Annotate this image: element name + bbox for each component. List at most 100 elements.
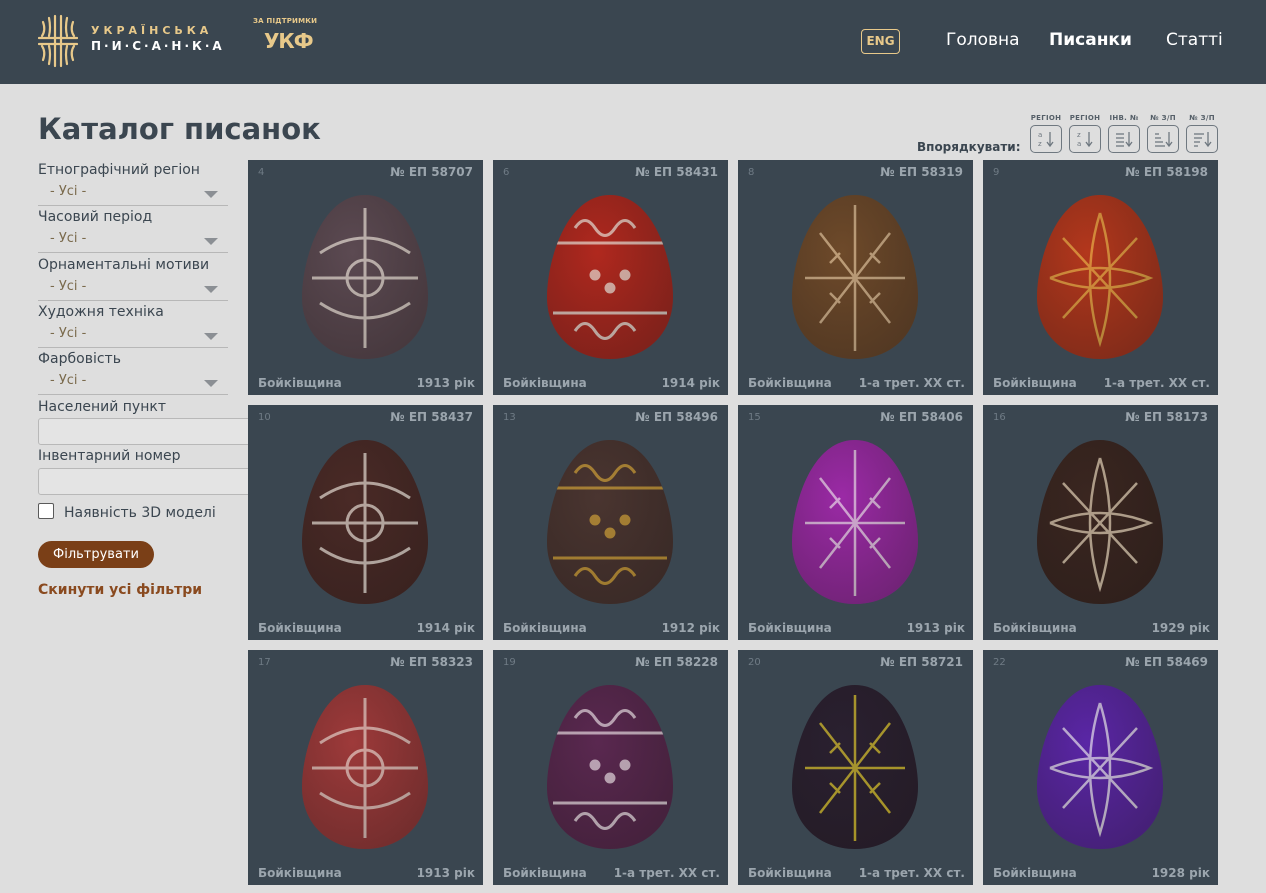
chevron-down-icon: [204, 333, 218, 340]
sort-button[interactable]: z a: [1069, 125, 1101, 153]
nav-home[interactable]: Головна: [946, 30, 1020, 50]
card-year: 1928 рік: [1151, 866, 1210, 880]
filter-motifs-value: - Усі -: [50, 279, 87, 294]
pysanka-card[interactable]: 4 № ЕП 58707 Бойківщина 1913 рік: [248, 160, 483, 395]
reset-filters-link[interactable]: Скинути усі фільтри: [38, 582, 202, 598]
card-year: 1-а трет. XX ст.: [858, 866, 965, 880]
model3d-checkbox[interactable]: [38, 503, 54, 519]
card-inventory-number: № ЕП 58173: [1125, 410, 1208, 424]
filter-colors-label: Фарбовість: [38, 351, 121, 367]
nav-articles[interactable]: Статті: [1166, 30, 1223, 50]
pysanka-image-icon: [1037, 440, 1163, 604]
sort-alpha-desc-icon: z a: [1077, 131, 1093, 148]
filter-region-select[interactable]: - Усі -: [38, 180, 228, 206]
pysanka-card[interactable]: 8 № ЕП 58319 Бойківщина 1-а трет. XX ст.: [738, 160, 973, 395]
card-year: 1913 рік: [416, 866, 475, 880]
sort-caption: ІНВ. №: [1109, 114, 1139, 122]
pysanka-image-icon: [302, 440, 428, 604]
pysanka-card[interactable]: 15 № ЕП 58406 Бойківщина 1913 рік: [738, 405, 973, 640]
card-year: 1913 рік: [416, 376, 475, 390]
card-index: 9: [993, 167, 1000, 178]
pysanka-card[interactable]: 22 № ЕП 58469 Бойківщина 1928 рік: [983, 650, 1218, 885]
page-title: Каталог писанок: [38, 112, 321, 146]
card-index: 15: [748, 412, 761, 423]
support-label: ЗА ПІДТРИМКИ: [253, 17, 318, 25]
logo-icon[interactable]: [38, 14, 78, 68]
settlement-input[interactable]: [38, 418, 254, 445]
card-index: 13: [503, 412, 516, 423]
sort-caption: РЕГІОН: [1069, 114, 1101, 122]
pysanka-image-icon: [547, 685, 673, 849]
filter-colors-select[interactable]: - Усі -: [38, 369, 228, 395]
filter-period-value: - Усі -: [50, 231, 87, 246]
sort-number-asc-icon: [1155, 132, 1173, 148]
inventory-input[interactable]: [38, 468, 254, 495]
svg-text:a: a: [1077, 140, 1081, 148]
sort-button[interactable]: [1186, 125, 1218, 153]
card-region: Бойківщина: [993, 376, 1077, 390]
card-year: 1914 рік: [416, 621, 475, 635]
sort-caption: № З/П: [1150, 114, 1176, 122]
card-region: Бойківщина: [258, 376, 342, 390]
sort-inventory[interactable]: ІНВ. №: [1108, 114, 1140, 153]
sort-alpha-asc-icon: a z: [1038, 131, 1054, 148]
pysanka-card[interactable]: 19 № ЕП 58228 Бойківщина 1-а трет. XX ст.: [493, 650, 728, 885]
pysanka-image-icon: [792, 685, 918, 849]
filter-inventory-label: Інвентарний номер: [38, 448, 181, 464]
sort-number-desc-icon: [1194, 132, 1212, 148]
card-year: 1-а трет. XX ст.: [613, 866, 720, 880]
language-button[interactable]: ENG: [861, 29, 900, 54]
pysanka-card[interactable]: 6 № ЕП 58431 Бойківщина 1914 рік: [493, 160, 728, 395]
chevron-down-icon: [204, 380, 218, 387]
card-region: Бойківщина: [503, 866, 587, 880]
sort-number-asc[interactable]: № З/П: [1147, 114, 1179, 153]
chevron-down-icon: [204, 286, 218, 293]
pysanka-image-icon: [1037, 195, 1163, 359]
pysanka-card[interactable]: 13 № ЕП 58496 Бойківщина 1912 рік: [493, 405, 728, 640]
logo-text[interactable]: УКРАЇНСЬКА П·И·С·А·Н·К·А: [91, 24, 225, 53]
sort-caption: № З/П: [1189, 114, 1215, 122]
pysanka-card[interactable]: 9 № ЕП 58198 Бойківщина 1-а трет. XX ст.: [983, 160, 1218, 395]
sort-caption: РЕГІОН: [1030, 114, 1062, 122]
filter-region-value: - Усі -: [50, 184, 87, 199]
card-inventory-number: № ЕП 58721: [880, 655, 963, 669]
filter-motifs-select[interactable]: - Усі -: [38, 275, 228, 301]
card-index: 8: [748, 167, 755, 178]
pysanka-image-icon: [1037, 685, 1163, 849]
pysanka-image-icon: [547, 440, 673, 604]
model3d-label: Наявність 3D моделі: [64, 505, 216, 521]
filter-colors-value: - Усі -: [50, 373, 87, 388]
svg-text:z: z: [1077, 131, 1081, 139]
pysanka-image-icon: [547, 195, 673, 359]
filter-technique-select[interactable]: - Усі -: [38, 322, 228, 348]
card-region: Бойківщина: [993, 621, 1077, 635]
sort-number-desc[interactable]: № З/П: [1186, 114, 1218, 153]
card-index: 6: [503, 167, 510, 178]
card-region: Бойківщина: [503, 621, 587, 635]
sort-inventory-icon: [1116, 132, 1133, 148]
pysanka-card[interactable]: 10 № ЕП 58437 Бойківщина 1914 рік: [248, 405, 483, 640]
pysanka-card[interactable]: 16 № ЕП 58173 Бойківщина 1929 рік: [983, 405, 1218, 640]
card-inventory-number: № ЕП 58198: [1125, 165, 1208, 179]
sort-button[interactable]: a z: [1030, 125, 1062, 153]
pysanka-image-icon: [302, 195, 428, 359]
nav-pysanky[interactable]: Писанки: [1049, 30, 1132, 50]
sort-button[interactable]: [1147, 125, 1179, 153]
sort-button[interactable]: [1108, 125, 1140, 153]
filter-period-select[interactable]: - Усі -: [38, 227, 228, 253]
pysanka-card[interactable]: 20 № ЕП 58721 Бойківщина 1-а трет. XX ст.: [738, 650, 973, 885]
card-region: Бойківщина: [258, 866, 342, 880]
filter-button[interactable]: Фільтрувати: [38, 541, 154, 568]
pysanka-card[interactable]: 17 № ЕП 58323 Бойківщина 1913 рік: [248, 650, 483, 885]
card-region: Бойківщина: [748, 376, 832, 390]
pysanka-image-icon: [792, 195, 918, 359]
card-year: 1929 рік: [1151, 621, 1210, 635]
card-index: 17: [258, 657, 271, 668]
sort-region-asc[interactable]: РЕГІОН a z: [1030, 114, 1062, 153]
card-year: 1914 рік: [661, 376, 720, 390]
site-header: УКРАЇНСЬКА П·И·С·А·Н·К·А ЗА ПІДТРИМКИ УК…: [0, 0, 1266, 84]
sort-region-desc[interactable]: РЕГІОН z a: [1069, 114, 1101, 153]
card-index: 19: [503, 657, 516, 668]
sponsor-logo[interactable]: УКФ: [264, 29, 314, 53]
card-region: Бойківщина: [748, 621, 832, 635]
